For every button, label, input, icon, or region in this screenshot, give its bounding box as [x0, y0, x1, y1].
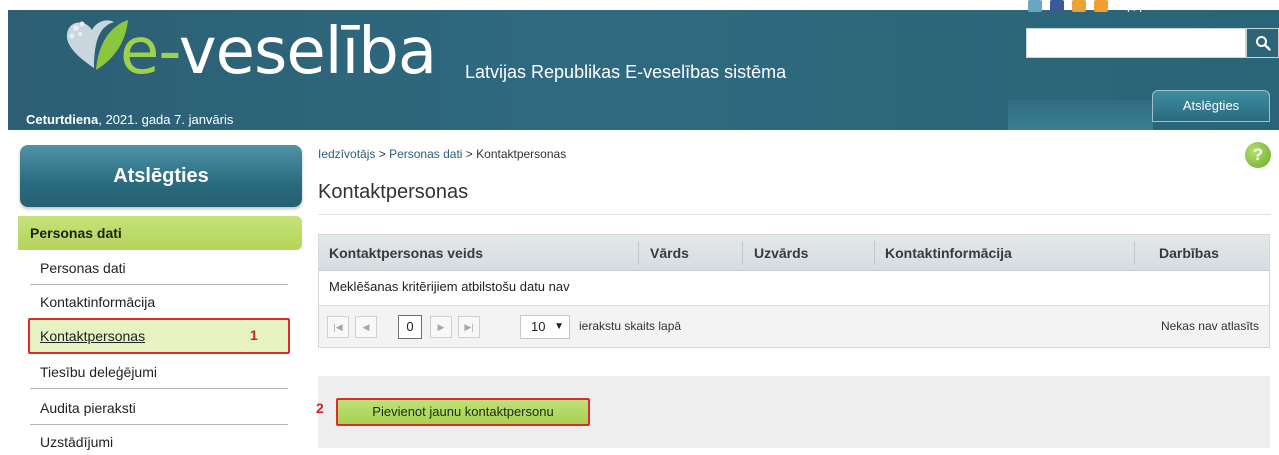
- breadcrumb-separator: >: [462, 147, 477, 161]
- rss-icon[interactable]: [1093, 0, 1108, 12]
- next-page-icon[interactable]: ▶: [430, 316, 452, 338]
- sidebar-logout-button[interactable]: Atslēgties: [20, 145, 302, 207]
- first-page-icon[interactable]: |◀: [327, 316, 349, 338]
- email-icon[interactable]: [1028, 0, 1042, 12]
- sidebar-item-contact-info[interactable]: Kontaktinformācija: [30, 285, 288, 319]
- page-size-select[interactable]: 10 ▼: [520, 315, 570, 339]
- page-title: Kontaktpersonas: [318, 181, 469, 203]
- table-pager: |◀ ◀ 0 ▶ ▶| 10 ▼ ierakstu skaits lapā Nek…: [319, 305, 1269, 347]
- social-links-bar: Vieglā valoda: [1028, 0, 1279, 12]
- chevron-down-icon: ▼: [554, 321, 564, 332]
- contact-persons-table: Kontaktpersonas veids Vārds Uzvārds Kont…: [318, 234, 1270, 348]
- column-separator: [874, 241, 875, 265]
- column-header-contact-type[interactable]: Kontaktpersonas veids: [329, 235, 483, 271]
- site-tagline: Latvijas Republikas E-veselības sistēma: [465, 62, 787, 82]
- annotation-number-1: 1: [250, 327, 258, 343]
- column-header-actions: Darbības: [1159, 245, 1219, 261]
- page-size-label: ierakstu skaits lapā: [579, 319, 682, 333]
- sidebar-section-personal-data[interactable]: Personas dati: [18, 216, 302, 250]
- table-header: Kontaktpersonas veids Vārds Uzvārds Kont…: [319, 235, 1269, 271]
- logo-wordmark-main: veselība: [178, 15, 437, 89]
- column-separator: [1134, 241, 1135, 265]
- page-number-input[interactable]: 0: [398, 315, 422, 339]
- logo-wordmark[interactable]: e-veselība: [120, 12, 437, 92]
- site-header: e-veselība Latvijas Republikas E-veselīb…: [8, 0, 1279, 130]
- previous-page-icon[interactable]: ◀: [355, 316, 377, 338]
- search-button[interactable]: [1246, 28, 1279, 58]
- facebook-icon[interactable]: [1049, 0, 1064, 12]
- current-date-rest: , 2021. gada 7. janvāris: [98, 112, 234, 127]
- annotation-number-2: 2: [316, 400, 324, 416]
- breadcrumb-current: Kontaktpersonas: [476, 147, 567, 161]
- header-logout-button[interactable]: Atslēgties: [1152, 90, 1270, 122]
- header-glow: [1008, 100, 1153, 130]
- column-separator: [638, 241, 639, 265]
- logo-wordmark-prefix: e-: [120, 15, 180, 89]
- column-separator: [742, 241, 743, 265]
- easy-language-link[interactable]: Vieglā valoda: [1116, 0, 1148, 12]
- draugiem-icon[interactable]: [1071, 0, 1086, 12]
- help-icon[interactable]: ?: [1245, 142, 1271, 168]
- page-size-value: 10: [531, 319, 546, 334]
- breadcrumb-link-personal-data[interactable]: Personas dati: [389, 147, 462, 161]
- sidebar-item-audit-records[interactable]: Audita pieraksti: [30, 391, 288, 425]
- sidebar-item-delegations[interactable]: Tiesību deleģējumi: [30, 355, 288, 389]
- sidebar-item-personal-data[interactable]: Personas dati: [30, 251, 288, 285]
- pager-status: Nekas nav atlasīts: [1160, 319, 1259, 333]
- sidebar-item-settings[interactable]: Uzstādījumi: [30, 425, 288, 455]
- column-header-name[interactable]: Vārds: [650, 235, 689, 271]
- current-date-day: Ceturtdiena: [26, 112, 99, 127]
- search-icon: [1255, 36, 1271, 51]
- column-header-contact-info[interactable]: Kontaktinformācija: [885, 235, 1012, 271]
- breadcrumb-separator: >: [375, 147, 390, 161]
- add-contact-person-button[interactable]: Pievienot jaunu kontaktpersonu: [336, 398, 590, 426]
- last-page-icon[interactable]: ▶|: [458, 316, 480, 338]
- search-input[interactable]: [1026, 28, 1246, 58]
- breadcrumb-link-citizen[interactable]: Iedzīvotājs: [318, 147, 375, 161]
- column-header-surname[interactable]: Uzvārds: [754, 235, 808, 271]
- breadcrumb: Iedzīvotājs > Personas dati > Kontaktper…: [318, 147, 566, 161]
- current-date: Ceturtdiena, 2021. gada 7. janvāris: [26, 112, 233, 127]
- empty-table-message: Meklēšanas kritērijiem atbilstošu datu n…: [329, 279, 570, 294]
- title-divider: [318, 214, 1271, 215]
